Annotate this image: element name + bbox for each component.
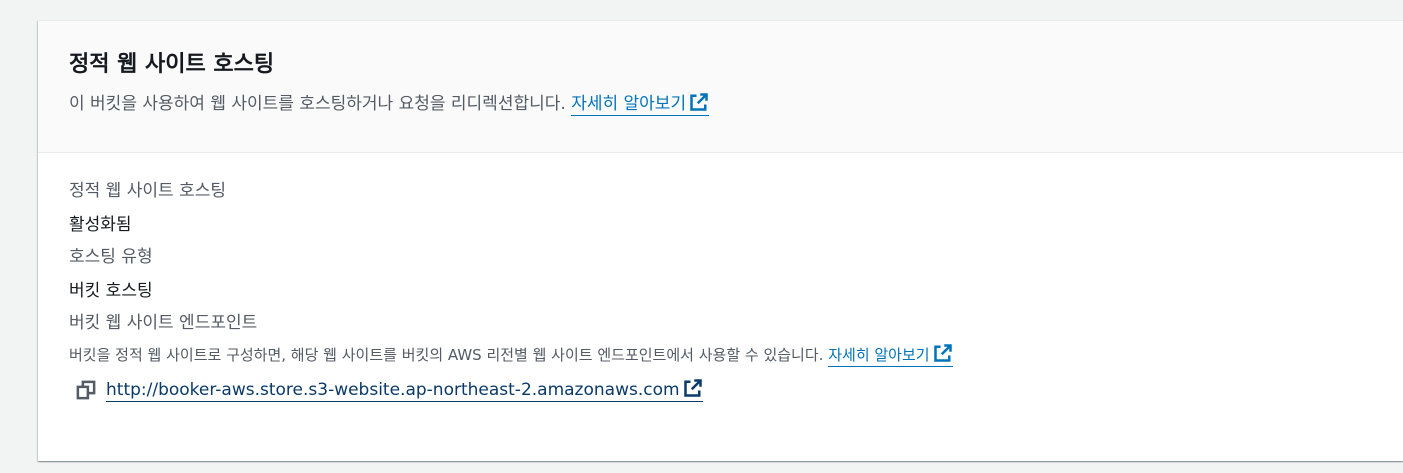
panel-description-text: 이 버킷을 사용하여 웹 사이트를 호스팅하거나 요청을 리디렉션합니다.	[69, 94, 566, 114]
endpoint-url-text: http://booker-aws.store.s3-website.ap-no…	[106, 380, 680, 400]
external-link-icon	[683, 379, 702, 397]
static-website-hosting-panel: 정적 웹 사이트 호스팅 이 버킷을 사용하여 웹 사이트를 호스팅하거나 요청…	[38, 20, 1403, 461]
hosting-type-value: 버킷 호스팅	[69, 281, 153, 301]
copy-icon	[76, 380, 96, 400]
endpoint-learn-more-link[interactable]: 자세히 알아보기	[828, 343, 953, 367]
endpoint-row: http://booker-aws.store.s3-website.ap-no…	[69, 377, 1403, 403]
external-link-icon	[690, 93, 708, 111]
endpoint-url-link[interactable]: http://booker-aws.store.s3-website.ap-no…	[106, 378, 703, 402]
panel-description: 이 버킷을 사용하여 웹 사이트를 호스팅하거나 요청을 리디렉션합니다. 자세…	[69, 92, 1403, 116]
endpoint-description-text: 버킷을 정적 웹 사이트로 구성하면, 해당 웹 사이트를 버킷의 AWS 리전…	[69, 346, 824, 364]
panel-title: 정적 웹 사이트 호스팅	[69, 52, 275, 77]
endpoint-label: 버킷 웹 사이트 엔드포인트	[69, 313, 258, 333]
hosting-type-label: 호스팅 유형	[69, 247, 153, 267]
hosting-label: 정적 웹 사이트 호스팅	[69, 181, 226, 201]
learn-more-link[interactable]: 자세히 알아보기	[571, 92, 710, 116]
hosting-value: 활성화됨	[69, 215, 132, 235]
copy-button[interactable]	[73, 377, 99, 403]
panel-body: 정적 웹 사이트 호스팅 활성화됨 호스팅 유형 버킷 호스팅 버킷 웹 사이트…	[38, 153, 1403, 403]
endpoint-learn-more-label: 자세히 알아보기	[828, 346, 930, 364]
panel-header: 정적 웹 사이트 호스팅 이 버킷을 사용하여 웹 사이트를 호스팅하거나 요청…	[38, 21, 1403, 153]
external-link-icon	[933, 344, 952, 362]
endpoint-description: 버킷을 정적 웹 사이트로 구성하면, 해당 웹 사이트를 버킷의 AWS 리전…	[69, 343, 1403, 367]
learn-more-label: 자세히 알아보기	[571, 94, 687, 114]
